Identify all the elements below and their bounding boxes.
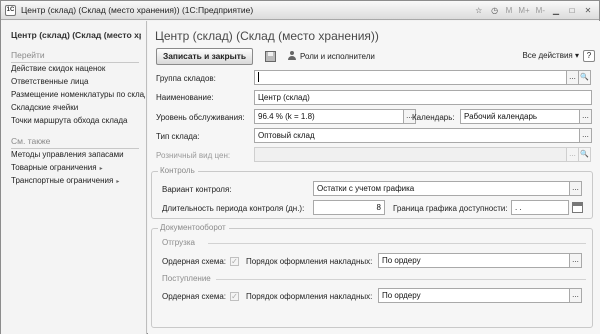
see-also-section-title: См. также	[11, 136, 51, 146]
divider	[11, 148, 139, 149]
receipt-title: Поступление	[162, 274, 211, 283]
nav-item-inventory-methods[interactable]: Методы управления запасами	[11, 150, 145, 159]
control-variant-field[interactable]: Остатки с учетом графика	[313, 181, 570, 196]
nav-item-route-points[interactable]: Точки маршрута обхода склада	[11, 116, 145, 125]
memory-subtract-button[interactable]: M-	[534, 4, 547, 17]
divider	[11, 62, 139, 63]
warehouse-type-label: Тип склада:	[156, 132, 200, 141]
nav-item-label: Транспортные ограничения	[11, 176, 114, 185]
all-actions-menu[interactable]: Все действия ▾	[522, 51, 579, 60]
warehouse-group-label: Группа складов:	[156, 74, 216, 83]
nav-item-goods-restrictions[interactable]: Товарные ограничения ▸	[11, 163, 145, 172]
receipt-order-scheme-checkbox[interactable]: ✓	[230, 292, 239, 301]
control-variant-select-button[interactable]: ...	[569, 181, 582, 196]
save-and-close-button[interactable]: Записать и закрыть	[156, 48, 254, 65]
memory-add-button[interactable]: M+	[516, 4, 531, 17]
nav-item-responsible-persons[interactable]: Ответственные лица	[11, 77, 145, 86]
control-period-label: Длительность периода контроля (дн.):	[162, 204, 305, 213]
navigation-panel: Центр (склад) (Склад (место хранения)) П…	[1, 21, 147, 334]
chevron-down-icon: ▾	[574, 51, 579, 60]
warehouse-type-select-button[interactable]: ...	[579, 128, 592, 143]
retail-price-type-field[interactable]	[254, 147, 568, 162]
service-level-label: Уровень обслуживания:	[156, 113, 245, 122]
favorite-star-icon[interactable]: ☆	[472, 4, 486, 17]
all-actions-label: Все действия	[522, 51, 573, 60]
app-window: 1C Центр (склад) (Склад (место хранения)…	[0, 0, 600, 334]
roles-button-label: Роли и исполнители	[300, 52, 375, 61]
calendar-field[interactable]: Рабочий календарь	[460, 109, 580, 124]
shipment-order-scheme-checkbox[interactable]: ✓	[230, 257, 239, 266]
app-logo-icon: 1C	[5, 5, 16, 16]
open-icon[interactable]: 🔍	[578, 147, 591, 162]
control-group-title: Контроль	[158, 166, 198, 175]
name-field[interactable]: Центр (склад)	[254, 90, 592, 105]
service-level-field[interactable]: 96.4 % (k = 1.8)	[254, 109, 404, 124]
help-button[interactable]: ?	[583, 50, 595, 62]
nav-item-transport-restrictions[interactable]: Транспортные ограничения ▸	[11, 176, 145, 185]
form-area: Центр (склад) (Склад (место хранения)) З…	[148, 21, 600, 334]
name-label: Наименование:	[156, 93, 214, 102]
title-bar: 1C Центр (склад) (Склад (место хранения)…	[1, 1, 599, 20]
shipment-invoice-label: Порядок оформления накладных:	[246, 257, 373, 266]
shipment-invoice-field[interactable]: По ордеру	[378, 253, 570, 268]
shipment-order-scheme-label: Ордерная схема:	[162, 257, 227, 266]
open-icon[interactable]: 🔍	[578, 70, 591, 85]
calendar-icon[interactable]	[572, 202, 583, 213]
go-section-title: Перейти	[11, 50, 45, 60]
window-title: Центр (склад) (Склад (место хранения)) (…	[21, 5, 254, 15]
warehouse-group-field[interactable]	[254, 70, 567, 85]
memory-button[interactable]: M	[504, 4, 515, 17]
receipt-invoice-label: Порядок оформления накладных:	[246, 292, 373, 301]
nav-item-discount-actions[interactable]: Действие скидок наценок	[11, 64, 145, 73]
receipt-invoice-select-button[interactable]: ...	[569, 288, 582, 303]
history-icon[interactable]: ◷	[488, 4, 502, 17]
expand-arrow-icon: ▸	[116, 179, 120, 185]
divider	[216, 279, 586, 280]
availability-border-field[interactable]: . .	[511, 200, 569, 215]
minimize-icon[interactable]: ▁	[549, 4, 563, 17]
form-title: Центр (склад) (Склад (место хранения))	[155, 29, 379, 43]
save-icon[interactable]	[263, 49, 278, 64]
divider	[208, 243, 586, 244]
retail-price-type-label: Розничный вид цен:	[156, 151, 231, 160]
receipt-order-scheme-label: Ордерная схема:	[162, 292, 227, 301]
nav-item-item-placement[interactable]: Размещение номенклатуры по складским яче…	[11, 90, 145, 99]
calendar-select-button[interactable]: ...	[579, 109, 592, 124]
shipment-invoice-select-button[interactable]: ...	[569, 253, 582, 268]
docflow-group-title: Документооборот	[158, 223, 229, 232]
nav-item-storage-cells[interactable]: Складские ячейки	[11, 103, 145, 112]
roles-button[interactable]: Роли и исполнители	[288, 51, 375, 61]
nav-item-label: Товарные ограничения	[11, 163, 97, 172]
command-bar: Записать и закрыть Роли и исполнители Вс…	[153, 48, 597, 66]
nav-form-name[interactable]: Центр (склад) (Склад (место хранения))	[11, 30, 141, 40]
receipt-invoice-field[interactable]: По ордеру	[378, 288, 570, 303]
title-bar-buttons: ☆ ◷ M M+ M- ▁ □ ✕	[472, 3, 595, 18]
expand-arrow-icon: ▸	[99, 166, 103, 172]
maximize-icon[interactable]: □	[565, 4, 579, 17]
shipment-title: Отгрузка	[162, 238, 195, 247]
availability-border-label: Граница графика доступности:	[393, 204, 508, 213]
calendar-label: Календарь:	[412, 113, 455, 122]
control-period-field[interactable]: 8	[313, 200, 385, 215]
warehouse-type-field[interactable]: Оптовый склад	[254, 128, 580, 143]
user-icon	[288, 51, 296, 60]
control-variant-label: Вариант контроля:	[162, 185, 232, 194]
close-icon[interactable]: ✕	[581, 4, 595, 17]
